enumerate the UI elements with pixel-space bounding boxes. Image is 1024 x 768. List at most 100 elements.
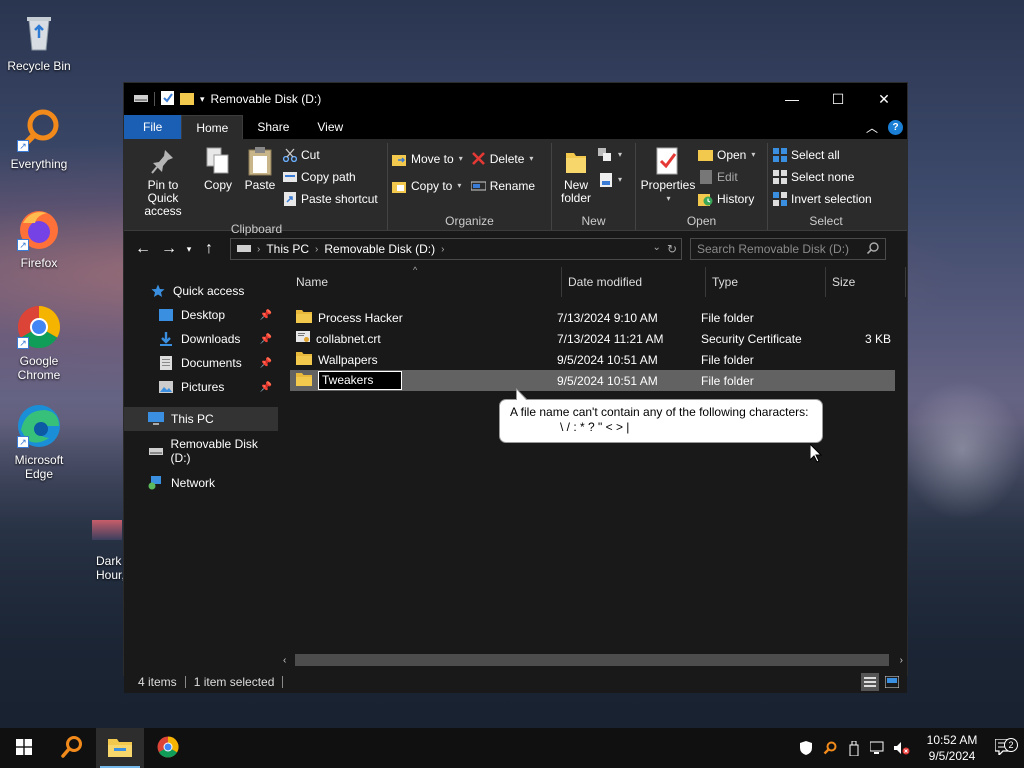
desktop-icon-recycle-bin[interactable]: Recycle Bin	[1, 8, 77, 73]
details-view-icon[interactable]	[861, 672, 879, 691]
close-button[interactable]: ✕	[861, 83, 907, 115]
open-group: Properties ▾ Open ▾ Edit History Open	[636, 143, 768, 230]
scroll-left-icon[interactable]: ‹	[283, 655, 286, 666]
properties-dropdown-icon[interactable]: ▾	[666, 192, 670, 205]
pin-icon: 📌	[259, 309, 272, 321]
new-item-button[interactable]: ▾	[598, 145, 622, 164]
action-center-button[interactable]: 2	[984, 737, 1024, 758]
customize-qat-icon[interactable]: ▾	[200, 94, 205, 105]
easy-access-button[interactable]: ▾	[598, 170, 622, 189]
sort-ascending-icon: ^	[413, 265, 418, 275]
select-all-button[interactable]: Select all	[772, 145, 880, 164]
copy-to-button[interactable]: Copy to ▾	[392, 176, 463, 195]
rename-input[interactable]: Tweakers	[318, 371, 402, 390]
refresh-icon[interactable]: ↻	[667, 242, 677, 256]
nav-pictures[interactable]: Pictures 📌	[124, 375, 278, 399]
copy-button[interactable]: Copy	[198, 143, 238, 220]
file-type: File folder	[701, 352, 754, 367]
search-box[interactable]: Search Removable Disk (D:)	[690, 238, 886, 260]
volume-muted-icon[interactable]	[890, 741, 914, 755]
paste-shortcut-button[interactable]: Paste shortcut	[282, 189, 378, 208]
delete-button[interactable]: Delete ▾	[471, 149, 535, 168]
new-folder-button[interactable]: New folder	[556, 143, 596, 212]
chevron-right-icon: ›	[257, 243, 261, 255]
address-bar[interactable]: › This PC › Removable Disk (D:) › ⌄ ↻	[230, 238, 682, 260]
desktop-icon-everything[interactable]: ↗ Everything	[1, 106, 77, 171]
copy-path-button[interactable]: Copy path	[282, 167, 378, 186]
delete-label: Delete	[489, 151, 525, 166]
nav-desktop[interactable]: Desktop 📌	[124, 303, 278, 327]
tab-home[interactable]: Home	[181, 115, 244, 139]
nav-this-pc[interactable]: This PC	[124, 407, 278, 431]
select-none-button[interactable]: Select none	[772, 167, 880, 186]
nav-downloads[interactable]: Downloads 📌	[124, 327, 278, 351]
status-bar: 4 items 1 item selected	[124, 669, 907, 693]
taskbar-chrome[interactable]	[144, 728, 192, 768]
file-row[interactable]: Process Hacker 7/13/2024 9:10 AM File fold…	[290, 307, 895, 328]
select-none-label: Select none	[791, 169, 855, 184]
address-history-dropdown-icon[interactable]: ⌄	[653, 242, 661, 256]
defender-shield-icon[interactable]	[794, 741, 818, 755]
start-button[interactable]	[0, 728, 48, 768]
nav-documents[interactable]: Documents 📌	[124, 351, 278, 375]
tab-view[interactable]: View	[303, 115, 357, 139]
properties-button[interactable]: Properties ▾	[640, 143, 696, 212]
desktop-icon-chrome[interactable]: ↗ Google Chrome	[1, 303, 77, 382]
help-icon[interactable]: ?	[888, 119, 903, 135]
scrollbar-thumb[interactable]	[295, 654, 889, 666]
ribbon-tabs: File Home Share View ︿ ?	[124, 115, 907, 139]
desktop-icon-edge[interactable]: ↗ Microsoft Edge	[1, 402, 77, 481]
file-row[interactable]: Wallpapers 9/5/2024 10:51 AM File folder	[290, 349, 895, 370]
new-folder-qat-icon[interactable]	[180, 91, 194, 108]
nav-quick-access[interactable]: Quick access	[124, 279, 278, 303]
invert-selection-button[interactable]: Invert selection	[772, 189, 880, 208]
maximize-button[interactable]: ☐	[815, 83, 861, 115]
back-button[interactable]: ←	[130, 240, 156, 258]
column-size[interactable]: Size	[826, 267, 906, 297]
column-name[interactable]: Name	[290, 267, 562, 297]
column-type[interactable]: Type	[706, 267, 826, 297]
taskbar-file-explorer[interactable]	[96, 728, 144, 768]
desktop-icon-firefox[interactable]: ↗ Firefox	[1, 205, 77, 270]
organize-group: Move to ▾ Copy to ▾ Delete ▾ Rename Orga…	[388, 143, 552, 230]
forward-button[interactable]: →	[156, 240, 182, 258]
folder-icon	[296, 372, 312, 389]
nav-removable-disk[interactable]: Removable Disk (D:)	[124, 437, 278, 465]
network-status-icon[interactable]	[866, 741, 890, 755]
history-button[interactable]: History	[698, 189, 755, 208]
breadcrumb-removable-disk[interactable]: Removable Disk (D:)	[324, 242, 435, 256]
firefox-icon: ↗	[15, 205, 63, 253]
minimize-button[interactable]: —	[769, 83, 815, 115]
large-icons-view-icon[interactable]	[883, 673, 901, 691]
up-button[interactable]: ↑	[196, 240, 222, 258]
file-row[interactable]: Tweakers 9/5/2024 10:51 AM File folder	[290, 370, 895, 391]
file-row[interactable]: collabnet.crt 7/13/2024 11:21 AM Security …	[290, 328, 895, 349]
copy-label: Copy	[203, 178, 232, 192]
clock[interactable]: 10:52 AM 9/5/2024	[920, 732, 984, 764]
title-bar[interactable]: ▾ Removable Disk (D:) — ☐ ✕	[124, 83, 907, 115]
nav-network[interactable]: Network	[124, 471, 278, 495]
tab-file[interactable]: File	[124, 115, 182, 139]
desktop-icon-dark-hour[interactable]: Dark Hour,	[80, 520, 125, 582]
edit-button[interactable]: Edit	[698, 167, 755, 186]
breadcrumb-this-pc[interactable]: This PC	[266, 242, 309, 256]
desktop-icon-label: Google Chrome	[17, 354, 61, 382]
open-button[interactable]: Open ▾	[698, 145, 755, 164]
pin-to-quick-access-button[interactable]: Pin to Quick access	[130, 143, 196, 220]
properties-qat-icon[interactable]	[161, 90, 174, 108]
collapse-ribbon-icon[interactable]: ︿	[866, 119, 878, 136]
scroll-right-icon[interactable]: ›	[900, 655, 903, 666]
clock-date: 9/5/2024	[928, 749, 976, 763]
move-to-button[interactable]: Move to ▾	[392, 149, 463, 168]
tab-share[interactable]: Share	[243, 115, 303, 139]
cut-button[interactable]: Cut	[282, 145, 378, 164]
recent-locations-icon[interactable]: ▾	[182, 244, 196, 255]
paste-button[interactable]: Paste	[240, 143, 280, 220]
usb-drive-icon[interactable]	[842, 740, 866, 756]
rename-button[interactable]: Rename	[470, 176, 535, 195]
taskbar-everything[interactable]	[48, 728, 96, 768]
history-icon	[698, 191, 713, 206]
tray-everything-icon[interactable]	[818, 741, 842, 755]
horizontal-scrollbar[interactable]: ‹ ›	[279, 651, 907, 669]
column-date-modified[interactable]: Date modified	[562, 267, 706, 297]
